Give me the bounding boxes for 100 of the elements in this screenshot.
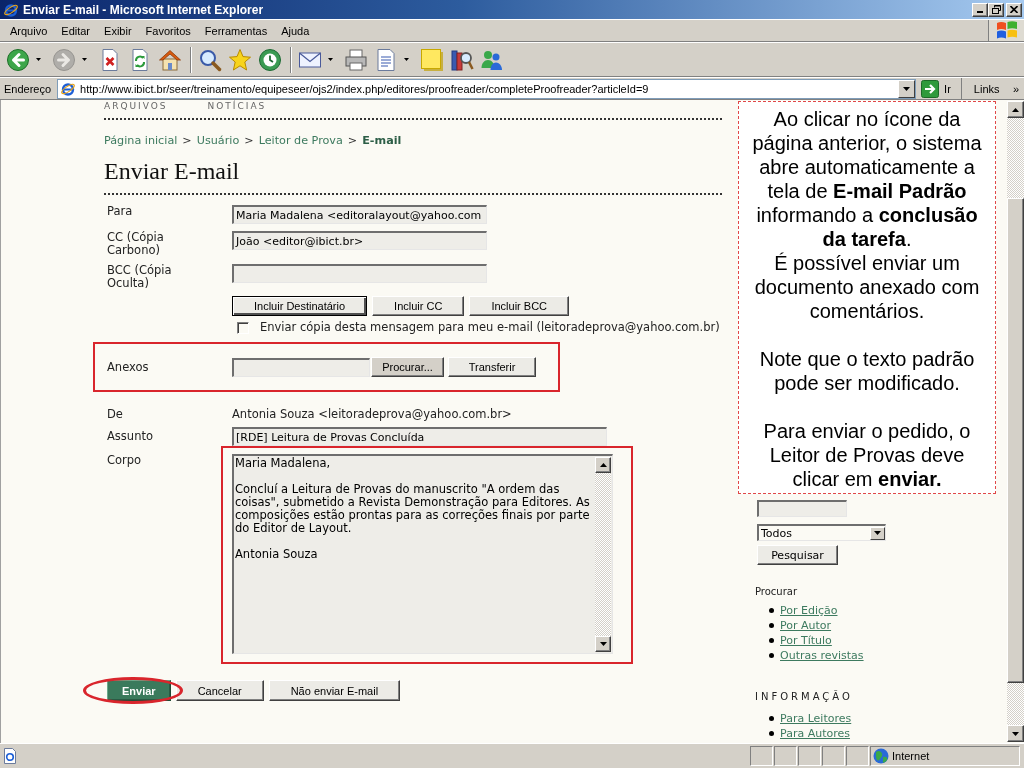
sidebar-link[interactable]: Outras revistas (780, 649, 864, 662)
caret-up-icon (599, 463, 607, 467)
books-icon[interactable] (450, 47, 474, 72)
search-icon[interactable] (198, 47, 222, 72)
checkbox[interactable] (237, 321, 249, 334)
scope-select[interactable]: Todos (757, 524, 886, 541)
breadcrumb-separator: > (347, 134, 358, 147)
caret-up-icon (1012, 107, 1019, 112)
search-button[interactable]: Pesquisar (757, 545, 838, 565)
page-icon (2, 748, 18, 764)
sidebar-link[interactable]: Por Edição (780, 604, 838, 617)
recipient-field[interactable] (232, 264, 487, 283)
scroll-up-button[interactable] (595, 457, 611, 473)
callout-paragraph: Para enviar o pedido, o Leitor de Provas deve clicar em enviar. (762, 419, 972, 491)
caret-down-icon (599, 642, 607, 646)
links-button[interactable]: Links (973, 82, 1000, 95)
status-pane (750, 746, 773, 766)
more-links-button[interactable]: » (1012, 82, 1019, 95)
page-title: Enviar E-mail (104, 157, 241, 185)
field-label: Assunto (107, 430, 154, 443)
field-label: Para (107, 205, 134, 218)
menu-item[interactable]: Favoritos (138, 22, 198, 39)
scroll-down-button[interactable] (595, 636, 611, 652)
caret-down-icon (874, 531, 881, 535)
callout-paragraph: É possível enviar um documento anexado com comentários. (753, 251, 981, 323)
restore-button[interactable] (988, 2, 1004, 17)
address-dropdown-button[interactable] (898, 79, 916, 98)
send-button[interactable]: Enviar (107, 680, 171, 701)
caret-icon[interactable] (328, 58, 333, 61)
sender-address: Antonia Souza <leitoradeprova@yahoo.com.br> (232, 408, 512, 421)
scrollbar-thumb[interactable] (1007, 198, 1024, 683)
bullet-icon (769, 716, 774, 721)
menu-item[interactable]: Ferramentas (197, 22, 275, 39)
browser-icon (60, 80, 77, 97)
search-field[interactable] (757, 500, 847, 517)
upload-button[interactable]: Transferir (448, 357, 536, 377)
action-button[interactable]: Não enviar E-mail (268, 680, 401, 701)
dropdown-button[interactable] (870, 526, 885, 540)
address-label: Endereço (4, 82, 52, 95)
field-label: Anexos (107, 360, 150, 374)
sidebar-link[interactable]: Para Leitores (780, 712, 852, 725)
bullet-icon (769, 731, 774, 736)
browser-icon (3, 1, 19, 18)
window-title: Enviar E-mail - Microsoft Internet Explorer (23, 2, 265, 17)
menu-item[interactable]: Ajuda (274, 22, 317, 39)
add-recipient-button[interactable]: Incluir Destinatário (232, 296, 368, 316)
breadcrumb-link[interactable]: Usuário (196, 134, 240, 147)
callout-paragraph: Note que o texto padrão pode ser modificado. (758, 347, 976, 395)
status-pane (822, 746, 845, 766)
home-icon[interactable] (158, 47, 182, 72)
breadcrumb-separator: > (244, 134, 254, 147)
subject-field[interactable]: [RDE] Leitura de Provas Concluída (232, 427, 607, 446)
bullet-icon (769, 653, 774, 658)
bullet-icon (769, 638, 774, 643)
printer-icon[interactable] (344, 47, 368, 72)
address-field[interactable]: http://www.ibict.br/seer/treinamento/equipeseer/ojs2/index.php/editores/proofreader/completeProofreader?articleId=9 (57, 78, 917, 99)
scroll-down-button[interactable] (1007, 725, 1024, 742)
sidebar-link[interactable]: Por Autor (780, 619, 832, 632)
close-button[interactable] (1006, 2, 1022, 17)
breadcrumb-current: E-mail (362, 134, 402, 147)
sidebar-link[interactable]: Para Autores (780, 727, 850, 740)
nav-link[interactable]: NOTÍCIAS (207, 100, 267, 112)
sidebar-link[interactable]: Por Título (780, 634, 832, 647)
add-recipient-button[interactable]: Incluir CC (372, 296, 465, 316)
message-body-field[interactable]: Maria Madalena, Concluí a Leitura de Provas do manuscrito "A ordem das coisas", submetido a Revista Demonstração para Editores. As composições estão prontas para as correções finais por parte do Editor de Layout. Antonia Souza (232, 454, 613, 654)
restore-icon (991, 5, 1001, 14)
globe-icon (873, 748, 889, 764)
caret-down-icon (903, 86, 911, 91)
breadcrumb-link[interactable]: Página inicial (104, 134, 178, 147)
file-path-field[interactable] (232, 357, 370, 377)
checkbox-label: Enviar cópia desta mensagem para meu e-mail (leitoradeprova@yahoo.com.br) (260, 321, 720, 334)
zone-label: Internet (892, 750, 930, 762)
menu-item[interactable]: Exibir (97, 22, 139, 39)
browse-button[interactable]: Procurar... (371, 357, 444, 377)
field-label: Corpo (107, 454, 143, 467)
callout-paragraph: Ao clicar no ícone da página anterior, o sistema abre automaticamente a tela de E-mail Padrão informando a conclusão da tarefa. (751, 107, 983, 251)
caret-down-icon (1012, 731, 1019, 736)
close-icon (1010, 6, 1018, 13)
recipient-field[interactable]: Maria Madalena <editoralayout@yahoo.com (232, 205, 487, 224)
recipient-field[interactable]: João <editor@ibict.br> (232, 231, 487, 250)
star-icon[interactable] (228, 47, 252, 72)
bullet-icon (769, 608, 774, 613)
field-label: De (107, 408, 124, 421)
field-label: CC (Cópia Carbono) (107, 231, 165, 257)
add-recipient-button[interactable]: Incluir BCC (469, 296, 569, 316)
flag-logo-icon (994, 20, 1019, 41)
menu-item[interactable]: Editar (54, 22, 98, 39)
bullet-icon (769, 623, 774, 628)
action-button[interactable]: Cancelar (175, 680, 264, 701)
scroll-up-button[interactable] (1007, 101, 1024, 118)
breadcrumb-link[interactable]: Leitor de Prova (258, 134, 343, 147)
document-icon[interactable] (374, 47, 398, 72)
caret-icon[interactable] (404, 58, 409, 61)
go-button[interactable]: Ir (921, 78, 962, 99)
caret-icon[interactable] (36, 58, 41, 61)
minimize-button[interactable] (972, 2, 988, 17)
clock-icon[interactable] (258, 47, 282, 72)
nav-link[interactable]: ARQUIVOS (104, 100, 168, 112)
menu-item[interactable]: Arquivo (3, 22, 55, 39)
sidebar-heading: Procurar (755, 585, 798, 598)
